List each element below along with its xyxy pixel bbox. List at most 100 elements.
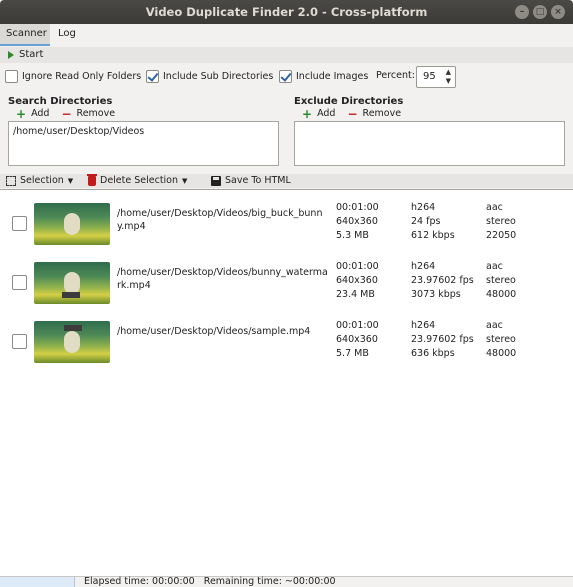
search-directories-actions: + Add − Remove xyxy=(16,106,115,121)
audio-codec: aac xyxy=(486,320,503,331)
percent-label: Percent: xyxy=(376,70,415,81)
audio-info: aac stereo 48000 xyxy=(486,319,516,361)
fps: 24 fps xyxy=(411,216,441,227)
minus-icon: − xyxy=(61,106,72,121)
include-sub-dirs-option[interactable]: Include Sub Directories xyxy=(146,70,273,83)
search-directories-list[interactable]: /home/user/Desktop/Videos xyxy=(8,121,279,166)
video-thumbnail xyxy=(34,262,110,304)
audio-codec: aac xyxy=(486,202,503,213)
save-to-html-button[interactable]: Save To HTML xyxy=(211,175,291,186)
bitrate: 612 kbps xyxy=(411,230,455,241)
remaining-time: Remaining time: ~00:00:00 xyxy=(203,576,336,587)
audio-codec: aac xyxy=(486,261,503,272)
tab-scanner[interactable]: Scanner xyxy=(0,24,50,46)
row-checkbox[interactable] xyxy=(12,334,27,349)
video-info: 00:01:00 640x360 5.3 MB xyxy=(336,201,379,243)
delete-selection-dropdown[interactable]: Delete Selection ▼ xyxy=(87,173,188,186)
audio-sample-rate: 48000 xyxy=(486,348,517,359)
chevron-up-icon[interactable]: ▲ xyxy=(446,69,451,76)
window-title: Video Duplicate Finder 2.0 - Cross-platf… xyxy=(145,5,428,19)
list-item[interactable]: /home/user/Desktop/Videos xyxy=(13,126,144,137)
search-directories-title: Search Directories xyxy=(8,96,113,107)
status-text: Elapsed time: 00:00:00 Remaining time: ~… xyxy=(84,576,336,587)
ignore-read-only-checkbox[interactable] xyxy=(5,70,18,83)
table-row[interactable]: /home/user/Desktop/Videos/sample.mp4 00:… xyxy=(0,318,573,376)
chevron-down-icon[interactable]: ▼ xyxy=(446,78,451,85)
duration: 00:01:00 xyxy=(336,320,379,331)
video-info: 00:01:00 640x360 23.4 MB xyxy=(336,260,379,302)
include-sub-dirs-checkbox[interactable] xyxy=(146,70,159,83)
minimize-icon[interactable]: – xyxy=(515,5,529,19)
tab-bar: Scanner Log xyxy=(0,24,573,46)
codec: h264 xyxy=(411,261,436,272)
percent-label-text: Percent: xyxy=(376,70,415,81)
start-label: Start xyxy=(19,49,44,60)
file-size: 23.4 MB xyxy=(336,289,375,300)
exclude-remove-label: Remove xyxy=(362,108,402,119)
selection-dropdown[interactable]: Selection ▼ xyxy=(6,175,73,186)
codec-info: h264 24 fps 612 kbps xyxy=(411,201,455,243)
chevron-down-icon: ▼ xyxy=(67,176,74,185)
percent-stepper[interactable]: 95 ▲ ▼ xyxy=(416,66,456,88)
minus-icon: − xyxy=(347,106,358,121)
chevron-down-icon: ▼ xyxy=(182,176,188,185)
start-button[interactable]: Start xyxy=(8,49,43,60)
selection-icon xyxy=(6,175,16,186)
row-checkbox[interactable] xyxy=(12,216,27,231)
file-size: 5.7 MB xyxy=(336,348,369,359)
search-add-button[interactable]: + Add xyxy=(16,108,50,120)
video-thumbnail xyxy=(34,203,110,245)
table-row[interactable]: /home/user/Desktop/Videos/bunny_watermar… xyxy=(0,259,573,317)
elapsed-time: Elapsed time: 00:00:00 xyxy=(84,576,195,587)
fps: 23.97602 fps xyxy=(411,334,474,345)
duration: 00:01:00 xyxy=(336,261,379,272)
scan-toolbar: Start xyxy=(0,47,573,63)
resolution: 640x360 xyxy=(336,275,378,286)
file-size: 5.3 MB xyxy=(336,230,369,241)
exclude-add-label: Add xyxy=(317,108,336,119)
exclude-directories-list[interactable] xyxy=(294,121,565,166)
include-images-checkbox[interactable] xyxy=(279,70,292,83)
fps: 23.97602 fps xyxy=(411,275,474,286)
maximize-icon[interactable]: □ xyxy=(533,5,547,19)
exclude-directories-actions: + Add − Remove xyxy=(302,106,402,121)
percent-value[interactable]: 95 xyxy=(423,71,436,82)
file-path: /home/user/Desktop/Videos/big_buck_bunny… xyxy=(117,208,323,232)
duration: 00:01:00 xyxy=(336,202,379,213)
row-checkbox[interactable] xyxy=(12,275,27,290)
exclude-remove-button[interactable]: − Remove xyxy=(347,106,402,121)
codec: h264 xyxy=(411,202,436,213)
selection-toolbar: Selection ▼ Delete Selection ▼ Save To H… xyxy=(0,173,573,188)
audio-sample-rate: 48000 xyxy=(486,289,517,300)
tab-log[interactable]: Log xyxy=(52,24,82,46)
exclude-add-button[interactable]: + Add xyxy=(302,106,336,121)
bitrate: 636 kbps xyxy=(411,348,455,359)
search-add-label: Add xyxy=(31,108,50,119)
plus-icon: + xyxy=(302,106,313,121)
audio-sample-rate: 22050 xyxy=(486,230,517,241)
ignore-read-only-option[interactable]: Ignore Read Only Folders xyxy=(5,70,141,83)
file-path: /home/user/Desktop/Videos/bunny_watermar… xyxy=(117,267,328,291)
table-row[interactable]: /home/user/Desktop/Videos/big_buck_bunny… xyxy=(0,200,573,258)
audio-channels: stereo xyxy=(486,334,516,345)
close-icon[interactable]: × xyxy=(551,5,565,19)
search-remove-button[interactable]: − Remove xyxy=(61,106,115,121)
resolution: 640x360 xyxy=(336,216,378,227)
include-sub-dirs-label: Include Sub Directories xyxy=(163,71,274,82)
audio-info: aac stereo 48000 xyxy=(486,260,516,302)
audio-channels: stereo xyxy=(486,275,516,286)
window-controls: – □ × xyxy=(515,5,565,19)
include-images-label: Include Images xyxy=(296,71,369,82)
scan-options: Ignore Read Only Folders Include Sub Dir… xyxy=(0,66,573,90)
codec-info: h264 23.97602 fps 3073 kbps xyxy=(411,260,474,302)
progress-bar xyxy=(0,577,75,587)
include-images-option[interactable]: Include Images xyxy=(279,70,368,83)
audio-channels: stereo xyxy=(486,216,516,227)
selection-label: Selection xyxy=(20,175,64,186)
audio-info: aac stereo 22050 xyxy=(486,201,516,243)
ignore-read-only-label: Ignore Read Only Folders xyxy=(22,71,142,82)
play-icon xyxy=(8,50,14,59)
title-bar: Video Duplicate Finder 2.0 - Cross-platf… xyxy=(0,0,573,24)
video-thumbnail xyxy=(34,321,110,363)
exclude-directories-title: Exclude Directories xyxy=(294,96,404,107)
